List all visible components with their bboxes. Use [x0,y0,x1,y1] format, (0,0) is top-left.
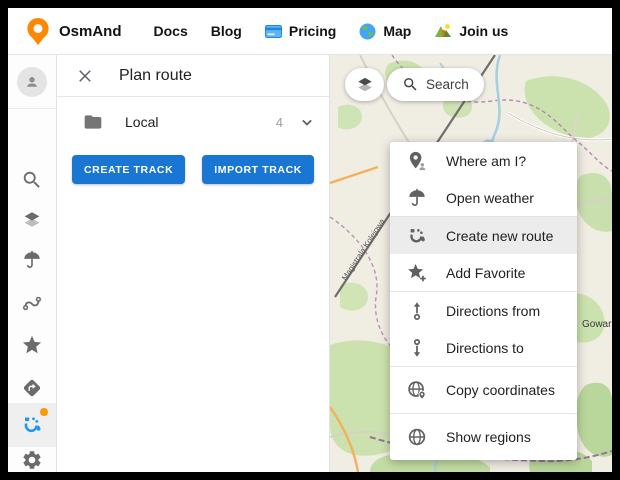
menu-item-label: Copy coordinates [446,382,555,398]
sidebar-item-account[interactable] [8,55,56,109]
nav-link-join-us[interactable]: Join us [434,23,508,39]
nav-link-pricing[interactable]: Pricing [265,23,336,39]
search-icon [402,76,419,93]
directions-from-icon [405,299,429,323]
menu-section: Copy coordinates [390,367,577,414]
track-wave-icon [21,292,43,314]
where-am-i-icon [405,149,429,173]
nav-link-label: Docs [154,23,188,39]
route-icon [405,224,429,248]
menu-item-open-weather[interactable]: Open weather [390,179,577,216]
place-label: Gowar [582,319,612,330]
menu-item-label: Create new route [446,228,553,244]
panel-actions: CREATE TRACK IMPORT TRACK [72,155,329,184]
close-panel-button[interactable] [73,64,97,88]
nav-link-map[interactable]: Map [359,23,411,40]
menu-section: Show regions [390,414,577,460]
credit-card-icon [265,25,282,38]
notification-badge-dot [40,408,48,416]
menu-item-where-am-i[interactable]: Where am I? [390,142,577,179]
osmand-logo-icon [25,17,51,46]
menu-item-show-regions[interactable]: Show regions [390,418,577,456]
brand-name: OsmAnd [59,23,122,40]
sidebar-item-layers[interactable] [8,198,56,242]
page-title: Plan route [119,67,192,85]
menu-item-copy-coordinates[interactable]: Copy coordinates [390,371,577,409]
star-icon [21,334,43,356]
sidebar-item-favorites[interactable] [8,323,56,367]
close-icon [76,67,94,85]
menu-item-directions-from[interactable]: Directions from [390,292,577,329]
chevron-down-icon[interactable] [297,112,317,132]
import-track-button[interactable]: IMPORT TRACK [202,155,314,184]
brand-logo[interactable]: OsmAnd [25,17,122,46]
nav-link-docs[interactable]: Docs [154,23,188,39]
navigation-diamond-icon [21,377,43,399]
sidebar-item-settings[interactable] [8,438,56,472]
search-icon [21,169,43,191]
menu-item-label: Directions to [446,340,524,356]
nav-link-blog[interactable]: Blog [211,23,242,39]
menu-item-directions-to[interactable]: Directions to [390,329,577,366]
star-plus-icon [405,261,429,285]
menu-item-add-favorite[interactable]: Add Favorite [390,254,577,291]
folder-count: 4 [276,115,283,130]
create-track-button[interactable]: CREATE TRACK [72,155,185,184]
globe-pin-icon [405,378,429,402]
menu-item-label: Add Favorite [446,265,525,281]
map-container[interactable]: Magistrala Kolejowa Gowar Search [330,55,612,472]
globe-emoji-icon [359,23,376,40]
gear-icon [21,449,43,471]
sidebar-item-search[interactable] [8,158,56,202]
nav-link-label: Join us [459,23,508,39]
nav-link-label: Blog [211,23,242,39]
nav-link-label: Pricing [289,23,336,39]
person-avatar-icon [17,67,47,97]
menu-item-label: Open weather [446,190,534,206]
folder-row-local[interactable]: Local 4 [57,97,329,147]
map-context-menu: Where am I? Open weather [390,142,577,460]
search-label: Search [426,77,469,92]
map-search-button[interactable]: Search [387,68,484,101]
panel-header: Plan route [57,55,329,97]
top-navbar: OsmAnd Docs Blog Pricing Map [8,8,612,55]
sidebar-item-tracks[interactable] [8,281,56,325]
content-row: Plan route Local 4 CREATE TRACK IMPORT T… [8,55,612,472]
sidebar-item-weather[interactable] [8,238,56,282]
menu-item-label: Show regions [446,429,531,445]
layers-icon [21,209,43,231]
directions-to-icon [405,336,429,360]
plan-route-panel: Plan route Local 4 CREATE TRACK IMPORT T… [57,55,330,472]
left-sidebar [8,55,57,472]
plan-route-icon [20,413,44,437]
folder-label: Local [125,114,158,130]
menu-item-label: Directions from [446,303,540,319]
app-frame: OsmAnd Docs Blog Pricing Map [8,8,612,472]
umbrella-icon [405,186,429,210]
folder-icon [83,112,103,132]
menu-item-label: Where am I? [446,153,526,169]
map-layers-button[interactable] [345,68,384,101]
menu-section: Create new route Add Favorite [390,217,577,292]
nav-link-label: Map [383,23,411,39]
menu-section: Where am I? Open weather [390,142,577,217]
layers-icon [355,75,375,95]
menu-section: Directions from Directions to [390,292,577,367]
umbrella-icon [21,249,43,271]
menu-item-create-new-route[interactable]: Create new route [390,217,577,254]
group-outdoors-icon [434,23,452,39]
globe-icon [405,425,429,449]
